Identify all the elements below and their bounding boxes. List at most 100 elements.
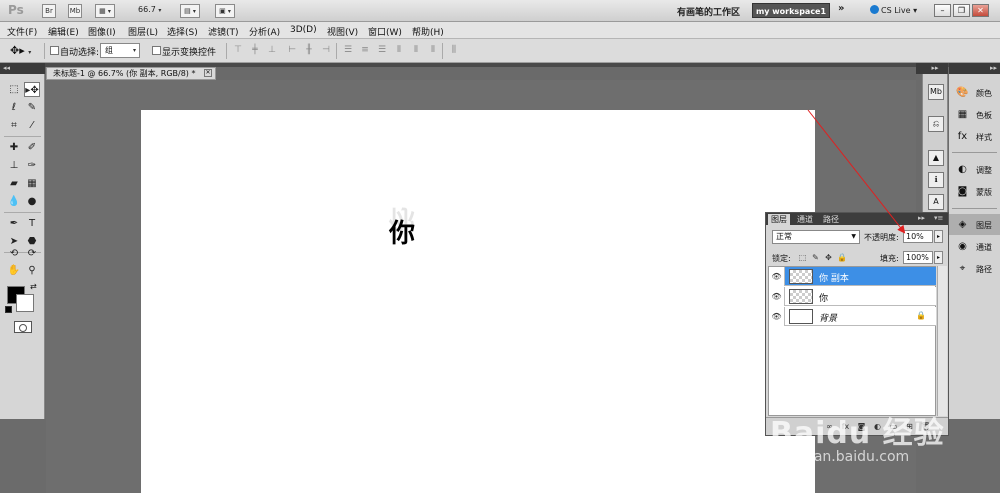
menu-window[interactable]: 窗口(W) — [368, 25, 402, 38]
distribute-left-icon[interactable]: ⦀ — [393, 45, 405, 56]
type-tool-icon[interactable]: T — [24, 216, 40, 231]
lasso-tool-icon[interactable]: ℓ — [6, 100, 22, 115]
workspace-name[interactable]: 有画笔的工作区 — [677, 5, 740, 18]
minimize-button[interactable]: – — [934, 4, 951, 17]
default-colors-icon[interactable] — [5, 306, 12, 313]
crop-tool-icon[interactable]: ⌗ — [6, 118, 22, 133]
histogram-panel-icon[interactable]: ▲ — [928, 150, 944, 166]
document-tab[interactable]: 未标题-1 @ 66.7% (你 副本, RGB/8) * ✕ — [46, 67, 216, 80]
tab-paths[interactable]: 路径 — [820, 214, 842, 225]
menu-3d[interactable]: 3D(D) — [290, 25, 317, 35]
hand-tool-icon[interactable]: ✋ — [6, 263, 22, 278]
lock-all-icon[interactable]: 🔒 — [837, 253, 847, 262]
dock-collapse-icon[interactable]: ▸▸ — [922, 63, 948, 74]
show-transform-checkbox[interactable] — [152, 46, 161, 55]
close-tab-icon[interactable]: ✕ — [204, 69, 212, 77]
layer-row[interactable]: 👁 背景 🔒 — [769, 307, 936, 326]
lock-transparency-icon[interactable]: ⬚ — [798, 253, 807, 262]
menu-image[interactable]: 图像(I) — [88, 25, 116, 38]
eyedropper-tool-icon[interactable]: ⁄ — [24, 118, 40, 133]
more-workspaces-icon[interactable]: » — [838, 3, 844, 14]
visibility-eye-icon[interactable]: 👁 — [769, 287, 785, 306]
3d-orbit-tool-icon[interactable]: ⟳ — [24, 246, 40, 261]
brush-tool-icon[interactable]: ✐ — [24, 140, 40, 155]
fill-slider-button[interactable]: ▸ — [934, 251, 943, 264]
color-panel-button[interactable]: 🎨 颜色 — [949, 82, 1000, 103]
close-button[interactable]: ✕ — [972, 4, 989, 17]
panel-collapse-icon[interactable]: ▸▸ — [918, 214, 925, 222]
align-hcenter-icon[interactable]: ╫ — [303, 45, 315, 56]
blur-tool-icon[interactable]: 💧 — [6, 194, 22, 209]
auto-select-dropdown[interactable]: 组 ▾ — [100, 43, 140, 58]
menu-edit[interactable]: 编辑(E) — [48, 25, 79, 38]
lock-position-icon[interactable]: ✥ — [824, 253, 833, 262]
dodge-tool-icon[interactable]: ● — [24, 194, 40, 209]
menu-layer[interactable]: 图层(L) — [128, 25, 158, 38]
menu-select[interactable]: 选择(S) — [167, 25, 198, 38]
menu-file[interactable]: 文件(F) — [7, 25, 37, 38]
visibility-eye-icon[interactable]: 👁 — [769, 307, 785, 326]
opacity-slider-button[interactable]: ▸ — [934, 230, 943, 243]
gradient-tool-icon[interactable]: ▦ — [24, 176, 40, 191]
panel-menu-icon[interactable]: ▾≡ — [934, 214, 943, 222]
move-tool-icon[interactable]: ▸✥ — [24, 82, 40, 97]
align-right-icon[interactable]: ⊣ — [320, 45, 332, 56]
menu-filter[interactable]: 滤镜(T) — [208, 25, 239, 38]
clone-stamp-tool-icon[interactable]: ⊥ — [6, 158, 22, 173]
marquee-tool-icon[interactable]: ⬚ — [6, 82, 22, 97]
background-color-swatch[interactable] — [16, 294, 34, 312]
visibility-eye-icon[interactable]: 👁 — [769, 267, 785, 286]
blend-mode-dropdown[interactable]: 正常 ▼ — [772, 230, 860, 244]
character-panel-icon[interactable]: A — [928, 194, 944, 210]
align-left-icon[interactable]: ⊢ — [286, 45, 298, 56]
distribute-hcenter-icon[interactable]: ⦀ — [410, 45, 422, 56]
menu-help[interactable]: 帮助(H) — [412, 25, 444, 38]
zoom-tool-icon[interactable]: ⚲ — [24, 263, 40, 278]
swatches-panel-button[interactable]: ▦ 色板 — [949, 104, 1000, 125]
workspace-button[interactable]: my workspace1 — [752, 3, 830, 18]
arrange-documents-button[interactable]: ▤ ▾ — [180, 4, 200, 18]
history-panel-icon[interactable]: ⎌ — [928, 116, 944, 132]
dock-expand-icon[interactable]: ▸▸ — [949, 63, 1000, 74]
layer-row[interactable]: 👁 你 — [769, 287, 936, 306]
distribute-right-icon[interactable]: ⦀ — [427, 45, 439, 56]
auto-align-layers-icon[interactable]: ⫼ — [448, 45, 460, 56]
restore-button[interactable]: ❐ — [953, 4, 970, 17]
quick-select-tool-icon[interactable]: ✎ — [24, 100, 40, 115]
distribute-vcenter-icon[interactable]: ≡ — [359, 45, 371, 56]
layer-row[interactable]: 👁 你 副本 — [769, 267, 936, 286]
tab-channels[interactable]: 通道 — [794, 214, 816, 225]
distribute-top-icon[interactable]: ☰ — [342, 45, 354, 56]
auto-select-checkbox[interactable] — [50, 46, 59, 55]
screen-mode-button[interactable]: ▣ ▾ — [215, 4, 235, 18]
info-panel-icon[interactable]: ℹ — [928, 172, 944, 188]
opacity-input[interactable]: 10% — [903, 230, 933, 243]
align-top-icon[interactable]: ⊤ — [232, 45, 244, 56]
swap-colors-icon[interactable]: ⇄ — [30, 282, 37, 291]
menu-view[interactable]: 视图(V) — [327, 25, 358, 38]
pen-tool-icon[interactable]: ✒ — [6, 216, 22, 231]
history-brush-tool-icon[interactable]: ✑ — [24, 158, 40, 173]
styles-panel-button[interactable]: fx 样式 — [949, 126, 1000, 147]
mini-bridge-panel-icon[interactable]: Mb — [928, 84, 944, 100]
tab-layers[interactable]: 图层 — [768, 214, 790, 225]
menu-analysis[interactable]: 分析(A) — [249, 25, 280, 38]
paths-panel-button[interactable]: ⌖ 路径 — [949, 258, 1000, 279]
channels-panel-button[interactable]: ◉ 通道 — [949, 236, 1000, 257]
eraser-tool-icon[interactable]: ▰ — [6, 176, 22, 191]
align-bottom-icon[interactable]: ⊥ — [266, 45, 278, 56]
view-extras-button[interactable]: ▦ ▾ — [95, 4, 115, 18]
toolbox-header[interactable]: ◂◂ — [0, 63, 45, 74]
layers-panel-button[interactable]: ◈ 图层 — [949, 214, 1000, 235]
3d-rotate-tool-icon[interactable]: ⟲ — [6, 246, 22, 261]
masks-panel-button[interactable]: ◙ 蒙版 — [949, 181, 1000, 202]
mini-bridge-button[interactable]: Mb — [68, 4, 82, 18]
lock-pixels-icon[interactable]: ✎ — [811, 253, 820, 262]
healing-brush-tool-icon[interactable]: ✚ — [6, 140, 22, 155]
align-vcenter-icon[interactable]: ╪ — [249, 45, 261, 56]
distribute-bottom-icon[interactable]: ☰ — [376, 45, 388, 56]
cs-live-button[interactable]: CS Live ▾ — [870, 5, 917, 15]
zoom-level[interactable]: 66.7 ▾ — [138, 5, 161, 14]
quick-mask-icon[interactable] — [14, 321, 32, 333]
document-canvas[interactable]: 你 你 — [141, 110, 815, 493]
